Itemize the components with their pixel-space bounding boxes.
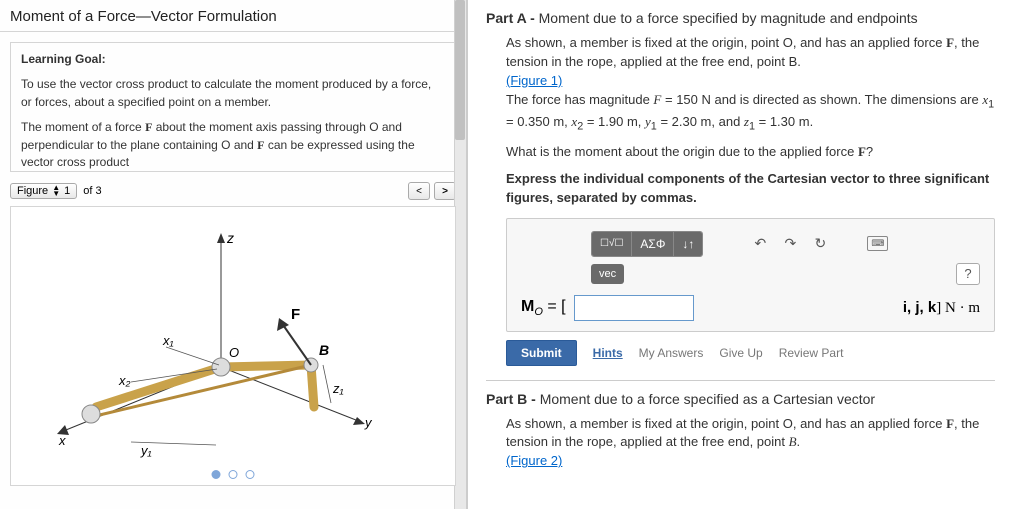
figure-current: 1 [64,185,70,197]
help-button[interactable]: ? [956,263,980,285]
svg-text:F: F [291,306,300,323]
submit-button[interactable]: Submit [506,340,577,366]
scrollbar-thumb[interactable] [455,0,465,140]
figure-prev-button[interactable]: < [408,182,430,200]
part-a-intro: As shown, a member is fixed at the origi… [506,34,995,135]
part-a-heading: Part A - Moment due to a force specified… [486,10,995,26]
svg-text:z₁: z₁ [332,381,344,396]
figure-label: Figure [17,185,48,197]
figure-2-link[interactable]: (Figure 2) [506,453,562,468]
template-button[interactable]: ☐√☐ [592,232,632,256]
pager-dot-1[interactable] [212,470,221,479]
units-label: i, j, k] N · m [903,299,980,317]
figure-nav-bar: Figure ▲▼ 1 of 3 < > [10,182,456,200]
reset-icon[interactable]: ↻ [809,235,831,252]
figure-next-button[interactable]: > [434,182,456,200]
give-up-link[interactable]: Give Up [719,346,762,360]
answer-box: ☐√☐ ΑΣΦ ↓↑ ↶ ↷ ↻ ⌨ vec ? MO = [ i, j, k]… [506,218,995,332]
pager-dot-2[interactable] [229,470,238,479]
keyboard-icon[interactable]: ⌨ [867,236,888,251]
page-title: Moment of a Force—Vector Formulation [0,0,466,32]
greek-button[interactable]: ΑΣΦ [632,232,674,256]
learning-goal-p1: To use the vector cross product to calcu… [21,76,445,111]
mo-label: MO = [ [521,298,566,318]
figure-pager [212,470,255,479]
part-a-question: What is the moment about the origin due … [506,143,995,162]
part-b-heading: Part B - Moment due to a force specified… [486,391,995,407]
review-part-link[interactable]: Review Part [779,346,844,360]
learning-goal-heading: Learning Goal: [21,51,445,68]
svg-text:y₁: y₁ [140,443,152,458]
my-answers-link[interactable]: My Answers [639,346,704,360]
figure-1-link[interactable]: (Figure 1) [506,73,562,88]
svg-text:B: B [319,342,329,358]
part-b-intro: As shown, a member is fixed at the origi… [506,415,995,472]
svg-text:x: x [58,433,66,448]
svg-text:O: O [229,345,239,360]
figure-of-text: of 3 [83,185,101,197]
learning-goal-p2: The moment of a force F about the moment… [21,119,445,171]
svg-text:x₂: x₂ [118,373,131,388]
subscript-button[interactable]: ↓↑ [674,232,702,256]
action-row: Submit Hints My Answers Give Up Review P… [506,340,995,366]
vec-button[interactable]: vec [591,264,624,284]
hints-link[interactable]: Hints [593,346,623,360]
stepper-icon[interactable]: ▲▼ [52,185,60,197]
pager-dot-3[interactable] [246,470,255,479]
svg-text:x₁: x₁ [162,333,174,348]
format-toolbar: ☐√☐ ΑΣΦ ↓↑ [591,231,703,257]
divider [486,380,995,381]
learning-goal-box: Learning Goal: To use the vector cross p… [10,42,456,172]
figure-canvas: z F B O x₁ x₂ z₁ y x y₁ [10,206,456,486]
part-a-instruction: Express the individual components of the… [506,170,995,208]
svg-text:z: z [226,230,234,246]
undo-icon[interactable]: ↶ [749,235,771,252]
figure-diagram: z F B O x₁ x₂ z₁ y x y₁ [11,207,451,467]
figure-select[interactable]: Figure ▲▼ 1 [10,183,77,199]
redo-icon[interactable]: ↷ [779,235,801,252]
answer-input[interactable] [574,295,694,321]
svg-text:y: y [364,415,373,430]
